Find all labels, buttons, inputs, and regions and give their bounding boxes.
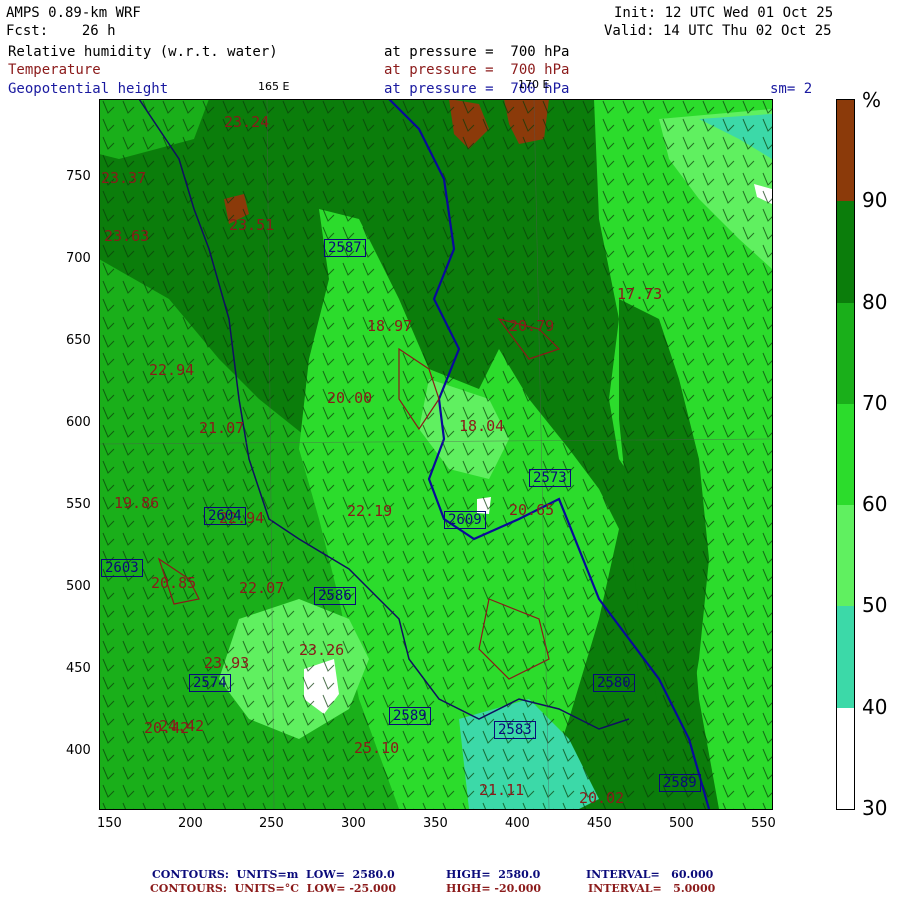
y-tick: 650 (66, 333, 91, 348)
temperature-label: 24.42 (159, 717, 205, 735)
colorbar-label: 30 (862, 796, 888, 820)
forecast-hour: Fcst: 26 h (6, 23, 116, 39)
x-tick: 400 (505, 816, 530, 831)
y-tick: 400 (66, 743, 91, 758)
colorbar-label: 50 (862, 593, 888, 618)
colorbar-segment (837, 606, 854, 708)
y-tick: 600 (66, 415, 91, 430)
height-label: 2589 (389, 707, 431, 725)
height-label: 2580 (593, 674, 635, 692)
x-tick: 350 (423, 816, 448, 831)
colorbar-label: 70 (862, 390, 888, 415)
x-tick: 250 (259, 816, 284, 831)
colorbar (836, 99, 855, 810)
temperature-label: 20.65 (509, 501, 555, 519)
colorbar-unit: % (862, 88, 882, 112)
temperature-label: 19.86 (114, 494, 160, 512)
y-tick: 450 (66, 661, 91, 676)
temperature-label: 22.94 (149, 361, 195, 379)
x-tick: 300 (341, 816, 366, 831)
temperature-label: 23.51 (229, 216, 275, 234)
valid-time: Valid: 14 UTC Thu 02 Oct 25 (604, 23, 832, 39)
field2-name: Temperature (8, 62, 101, 78)
height-contour-info: CONTOURS: UNITS=m LOW= 2580.0 (152, 868, 395, 881)
height-label: 2609 (444, 511, 486, 529)
y-tick: 700 (66, 251, 91, 266)
temperature-label: 23.26 (299, 641, 345, 659)
field1-name: Relative humidity (w.r.t. water) (8, 44, 278, 60)
colorbar-segment (837, 403, 854, 506)
init-time: Init: 12 UTC Wed 01 Oct 25 (614, 5, 834, 21)
temperature-label: 18.97 (367, 317, 413, 335)
temp-contour-interval: INTERVAL= 5.0000 (588, 882, 716, 895)
colorbar-label: 40 (862, 694, 888, 719)
x-tick: 150 (97, 816, 122, 831)
temperature-label: 23.24 (224, 113, 270, 131)
colorbar-label: 60 (862, 492, 888, 517)
temp-contour-high: HIGH= -20.000 (446, 882, 542, 895)
colorbar-segment (837, 201, 854, 303)
temperature-label: 22.19 (347, 502, 393, 520)
temperature-label: 18.04 (459, 417, 505, 435)
temperature-label: 20.02 (579, 789, 625, 807)
temperature-label: 17.73 (617, 285, 663, 303)
temperature-label: 23.63 (104, 227, 150, 245)
height-contour-high: HIGH= 2580.0 (446, 868, 541, 881)
x-tick: 200 (178, 816, 203, 831)
colorbar-label: 90 (862, 188, 888, 213)
height-label: 2589 (659, 774, 701, 792)
temperature-label: 21.11 (479, 781, 525, 799)
x-tick: 550 (751, 816, 776, 831)
height-label: 2603 (101, 559, 143, 577)
colorbar-segment (837, 707, 854, 809)
colorbar-segment (837, 505, 854, 607)
temperature-label: 22.07 (239, 579, 285, 597)
lon-label-165: 165 E (258, 80, 290, 93)
y-tick: 750 (66, 169, 91, 184)
x-tick: 450 (587, 816, 612, 831)
height-label: 2587 (324, 239, 366, 257)
height-label: 2573 (529, 469, 571, 487)
temperature-label: 25.10 (354, 739, 400, 757)
temperature-label: 23.37 (101, 169, 147, 187)
temp-contour-info: CONTOURS: UNITS=°C LOW= -25.000 (150, 882, 396, 895)
temperature-label: 21.07 (199, 419, 245, 437)
temperature-label: 20.00 (327, 389, 373, 407)
height-label: 2604 (204, 507, 246, 525)
temperature-label: 20.85 (151, 574, 197, 592)
colorbar-segment (837, 100, 854, 202)
map-plot: 23.24 23.37 23.63 23.51 22.07 18.97 20.79 17.73… (99, 99, 772, 809)
lon-label-170: 170 E (518, 78, 550, 91)
height-contour-interval: INTERVAL= 60.000 (586, 868, 714, 881)
height-label: 2574 (189, 674, 231, 692)
model-title: AMPS 0.89-km WRF (6, 5, 141, 21)
smoothing-label: sm= 2 (770, 81, 813, 97)
colorbar-label: 80 (862, 289, 888, 314)
temperature-label: 23.93 (204, 654, 250, 672)
y-tick: 550 (66, 497, 91, 512)
temperature-label: 20.79 (509, 317, 555, 335)
height-label: 2586 (314, 587, 356, 605)
y-tick: 500 (66, 579, 91, 594)
height-label: 2583 (494, 721, 536, 739)
map-svg (99, 99, 772, 809)
colorbar-segment (837, 302, 854, 404)
field1-level: at pressure = 700 hPa (384, 44, 570, 60)
x-tick: 500 (669, 816, 694, 831)
field3-name: Geopotential height (8, 81, 169, 97)
